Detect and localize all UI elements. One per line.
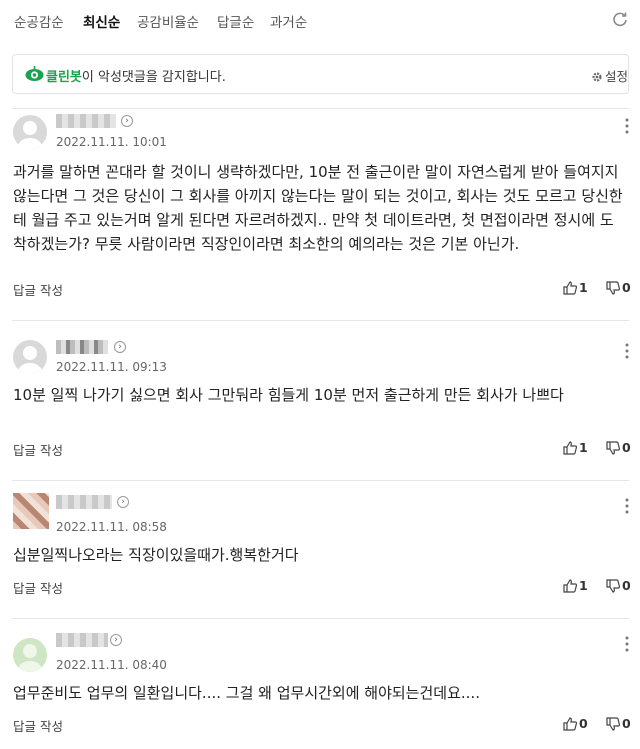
more-options-icon[interactable]: [621, 342, 633, 360]
nickname[interactable]: [56, 114, 116, 128]
sort-tab-oldest[interactable]: 과거순: [270, 11, 307, 31]
dislike-count: 0: [622, 440, 631, 455]
comment-text: 업무준비도 업무의 일환입니다.... 그걸 왜 업무시간외에 해야되는건데요.…: [13, 684, 480, 702]
settings-label: 설정: [605, 69, 629, 84]
nickname-arrow-icon[interactable]: ›: [117, 496, 129, 508]
gear-icon: [592, 72, 602, 82]
nickname[interactable]: [56, 495, 112, 509]
cleanbot-icon: [25, 65, 44, 84]
comment-date: 2022.11.11. 08:40: [56, 658, 167, 672]
dislike-count: 0: [622, 578, 631, 593]
dislike-count: 0: [622, 280, 631, 295]
nickname-arrow-icon[interactable]: ›: [110, 634, 122, 646]
more-options-icon[interactable]: [621, 497, 633, 515]
dislike-button[interactable]: 0: [606, 280, 631, 295]
thumbs-down-icon: [606, 441, 621, 455]
reply-button[interactable]: 답글 작성: [13, 716, 63, 735]
cleanbot-notice: 클린봇이 악성댓글을 감지합니다. 설정: [12, 54, 629, 94]
comment-item: › 2022.11.11. 10:01 과거를 말하면 꼰대라 할 것이니 생략…: [0, 108, 640, 320]
like-count: 1: [579, 578, 588, 593]
like-count: 0: [579, 716, 588, 731]
cleanbot-brand: 클린봇: [46, 70, 82, 85]
dislike-button[interactable]: 0: [606, 440, 631, 455]
thumbs-up-icon: [563, 717, 578, 731]
thumbs-down-icon: [606, 717, 621, 731]
comment-date: 2022.11.11. 10:01: [56, 135, 167, 149]
nickname-arrow-icon[interactable]: ›: [121, 115, 133, 127]
cleanbot-message: 이 악성댓글을 감지합니다.: [81, 70, 226, 85]
comment-text: 십분일찍나오라는 직장이있을때가.행복한거다: [13, 546, 299, 564]
nickname-arrow-icon[interactable]: ›: [114, 341, 126, 353]
comment-text: 과거를 말하면 꼰대라 할 것이니 생략하겠다만, 10분 전 출근이란 말이 …: [13, 163, 623, 253]
avatar[interactable]: [13, 115, 47, 149]
avatar[interactable]: [13, 340, 47, 374]
thumbs-down-icon: [606, 281, 621, 295]
comment-date: 2022.11.11. 09:13: [56, 360, 167, 374]
like-count: 1: [579, 280, 588, 295]
like-button[interactable]: 1: [563, 280, 588, 295]
nickname[interactable]: [56, 633, 108, 647]
sort-bar: 순공감순 최신순 공감비율순 답글순 과거순: [0, 0, 640, 42]
sort-tab-replies[interactable]: 답글순: [217, 11, 254, 31]
comment-date: 2022.11.11. 08:58: [56, 520, 167, 534]
like-button[interactable]: 0: [563, 716, 588, 731]
nickname[interactable]: [56, 340, 108, 354]
sort-tab-like-ratio[interactable]: 공감비율순: [137, 11, 199, 31]
comment-text: 10분 일찍 나가기 싫으면 회사 그만둬라 힘들게 10분 먼저 출근하게 만…: [13, 386, 564, 404]
comment-item: › 2022.11.11. 09:13 10분 일찍 나가기 싫으면 회사 그만…: [0, 320, 640, 480]
comment-item: › 2022.11.11. 08:40 업무준비도 업무의 일환입니다.... …: [0, 618, 640, 749]
more-options-icon[interactable]: [621, 635, 633, 653]
thumbs-up-icon: [563, 579, 578, 593]
like-button[interactable]: 1: [563, 578, 588, 593]
thumbs-up-icon: [563, 441, 578, 455]
cleanbot-text: 클린봇이 악성댓글을 감지합니다.: [46, 66, 226, 85]
dislike-button[interactable]: 0: [606, 716, 631, 731]
cleanbot-settings-button[interactable]: 설정: [591, 66, 628, 85]
refresh-icon[interactable]: [611, 11, 629, 29]
more-options-icon[interactable]: [621, 117, 633, 135]
dislike-button[interactable]: 0: [606, 578, 631, 593]
sort-tab-latest[interactable]: 최신순: [83, 11, 120, 31]
reply-button[interactable]: 답글 작성: [13, 578, 63, 597]
dislike-count: 0: [622, 716, 631, 731]
like-button[interactable]: 1: [563, 440, 588, 455]
thumbs-up-icon: [563, 281, 578, 295]
reply-button[interactable]: 답글 작성: [13, 280, 63, 299]
avatar[interactable]: [13, 493, 49, 529]
avatar[interactable]: [13, 638, 47, 672]
like-count: 1: [579, 440, 588, 455]
comment-item: › 2022.11.11. 08:58 십분일찍나오라는 직장이있을때가.행복한…: [0, 480, 640, 618]
sort-tab-recommended[interactable]: 순공감순: [14, 11, 64, 31]
thumbs-down-icon: [606, 579, 621, 593]
reply-button[interactable]: 답글 작성: [13, 440, 63, 459]
